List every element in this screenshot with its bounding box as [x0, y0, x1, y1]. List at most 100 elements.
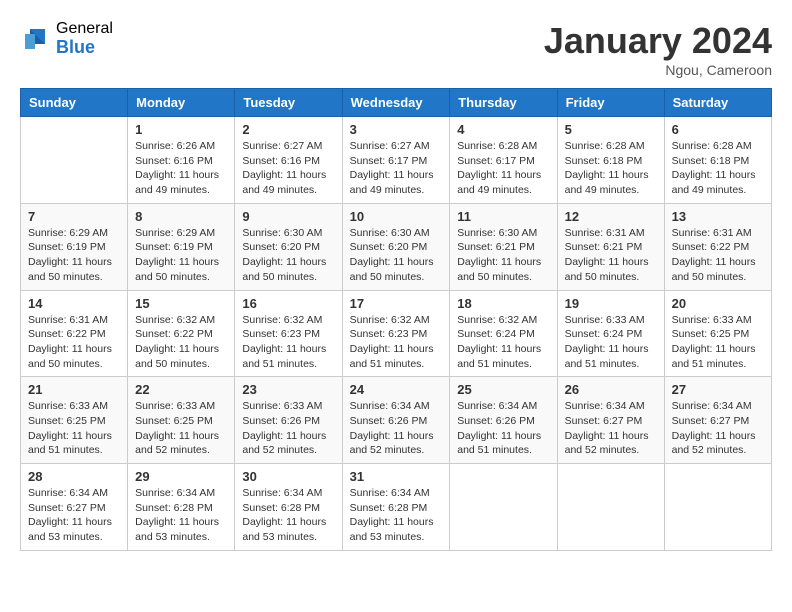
day-info: Sunrise: 6:27 AMSunset: 6:17 PMDaylight:…	[350, 139, 443, 198]
calendar-cell: 4Sunrise: 6:28 AMSunset: 6:17 PMDaylight…	[450, 117, 557, 204]
day-number: 14	[28, 296, 120, 311]
calendar-cell: 20Sunrise: 6:33 AMSunset: 6:25 PMDayligh…	[664, 290, 771, 377]
day-info: Sunrise: 6:33 AMSunset: 6:25 PMDaylight:…	[28, 399, 120, 458]
calendar-cell: 17Sunrise: 6:32 AMSunset: 6:23 PMDayligh…	[342, 290, 450, 377]
day-number: 5	[565, 122, 657, 137]
calendar-header: SundayMondayTuesdayWednesdayThursdayFrid…	[21, 89, 772, 117]
day-number: 24	[350, 382, 443, 397]
weekday-header-tuesday: Tuesday	[235, 89, 342, 117]
calendar-week-3: 14 Sunrise: 6:31 AMSunset: 6:22 PMDayligh…	[21, 290, 772, 377]
day-number: 6	[672, 122, 764, 137]
day-number: 26	[565, 382, 657, 397]
day-number: 23	[242, 382, 334, 397]
calendar-cell: 27 Sunrise: 6:34 AMSunset: 6:27 PMDayligh…	[664, 377, 771, 464]
day-info: Sunrise: 6:31 AMSunset: 6:22 PMDaylight:…	[672, 226, 764, 285]
calendar-cell: 30 Sunrise: 6:34 AMSunset: 6:28 PMDayligh…	[235, 464, 342, 551]
calendar-cell	[664, 464, 771, 551]
calendar-cell: 21 Sunrise: 6:33 AMSunset: 6:25 PMDayligh…	[21, 377, 128, 464]
calendar-cell: 9 Sunrise: 6:30 AMSunset: 6:20 PMDaylight…	[235, 203, 342, 290]
calendar-week-2: 7 Sunrise: 6:29 AMSunset: 6:19 PMDaylight…	[21, 203, 772, 290]
logo-text: General Blue	[56, 20, 113, 57]
calendar-cell: 19 Sunrise: 6:33 AMSunset: 6:24 PMDayligh…	[557, 290, 664, 377]
page-header: General Blue January 2024 Ngou, Cameroon	[20, 20, 772, 78]
calendar-cell: 3Sunrise: 6:27 AMSunset: 6:17 PMDaylight…	[342, 117, 450, 204]
day-info: Sunrise: 6:33 AMSunset: 6:25 PMDaylight:…	[135, 399, 227, 458]
calendar-cell: 1Sunrise: 6:26 AMSunset: 6:16 PMDaylight…	[128, 117, 235, 204]
day-number: 17	[350, 296, 443, 311]
day-number: 21	[28, 382, 120, 397]
day-info: Sunrise: 6:29 AMSunset: 6:19 PMDaylight:…	[28, 226, 120, 285]
calendar-cell: 23 Sunrise: 6:33 AMSunset: 6:26 PMDayligh…	[235, 377, 342, 464]
weekday-header-sunday: Sunday	[21, 89, 128, 117]
day-number: 29	[135, 469, 227, 484]
day-number: 16	[242, 296, 334, 311]
day-number: 20	[672, 296, 764, 311]
day-info: Sunrise: 6:29 AMSunset: 6:19 PMDaylight:…	[135, 226, 227, 285]
calendar-cell: 2Sunrise: 6:27 AMSunset: 6:16 PMDaylight…	[235, 117, 342, 204]
day-info: Sunrise: 6:33 AMSunset: 6:24 PMDaylight:…	[565, 313, 657, 372]
logo: General Blue	[20, 20, 113, 57]
logo-general: General	[56, 20, 113, 38]
day-number: 9	[242, 209, 334, 224]
weekday-header-saturday: Saturday	[664, 89, 771, 117]
day-info: Sunrise: 6:28 AMSunset: 6:18 PMDaylight:…	[565, 139, 657, 198]
day-number: 10	[350, 209, 443, 224]
day-info: Sunrise: 6:34 AMSunset: 6:28 PMDaylight:…	[135, 486, 227, 545]
day-info: Sunrise: 6:30 AMSunset: 6:20 PMDaylight:…	[350, 226, 443, 285]
calendar-cell: 12Sunrise: 6:31 AMSunset: 6:21 PMDayligh…	[557, 203, 664, 290]
day-info: Sunrise: 6:30 AMSunset: 6:20 PMDaylight:…	[242, 226, 334, 285]
logo-icon	[20, 24, 50, 54]
calendar-cell	[21, 117, 128, 204]
logo-blue: Blue	[56, 38, 113, 58]
day-info: Sunrise: 6:34 AMSunset: 6:27 PMDaylight:…	[672, 399, 764, 458]
weekday-header-monday: Monday	[128, 89, 235, 117]
calendar-cell: 29 Sunrise: 6:34 AMSunset: 6:28 PMDayligh…	[128, 464, 235, 551]
day-info: Sunrise: 6:32 AMSunset: 6:23 PMDaylight:…	[242, 313, 334, 372]
day-number: 15	[135, 296, 227, 311]
day-info: Sunrise: 6:31 AMSunset: 6:22 PMDaylight:…	[28, 313, 120, 372]
day-number: 18	[457, 296, 549, 311]
calendar-cell: 31Sunrise: 6:34 AMSunset: 6:28 PMDayligh…	[342, 464, 450, 551]
calendar-week-5: 28 Sunrise: 6:34 AMSunset: 6:27 PMDayligh…	[21, 464, 772, 551]
day-info: Sunrise: 6:28 AMSunset: 6:17 PMDaylight:…	[457, 139, 549, 198]
calendar-table: SundayMondayTuesdayWednesdayThursdayFrid…	[20, 88, 772, 551]
day-info: Sunrise: 6:34 AMSunset: 6:26 PMDaylight:…	[457, 399, 549, 458]
day-number: 7	[28, 209, 120, 224]
day-number: 11	[457, 209, 549, 224]
day-number: 30	[242, 469, 334, 484]
calendar-cell: 16 Sunrise: 6:32 AMSunset: 6:23 PMDayligh…	[235, 290, 342, 377]
day-number: 25	[457, 382, 549, 397]
calendar-cell: 11Sunrise: 6:30 AMSunset: 6:21 PMDayligh…	[450, 203, 557, 290]
day-info: Sunrise: 6:33 AMSunset: 6:26 PMDaylight:…	[242, 399, 334, 458]
location: Ngou, Cameroon	[544, 62, 772, 78]
calendar-cell: 28 Sunrise: 6:34 AMSunset: 6:27 PMDayligh…	[21, 464, 128, 551]
day-number: 19	[565, 296, 657, 311]
day-info: Sunrise: 6:34 AMSunset: 6:27 PMDaylight:…	[565, 399, 657, 458]
calendar-body: 1Sunrise: 6:26 AMSunset: 6:16 PMDaylight…	[21, 117, 772, 551]
calendar-cell: 26 Sunrise: 6:34 AMSunset: 6:27 PMDayligh…	[557, 377, 664, 464]
day-info: Sunrise: 6:32 AMSunset: 6:22 PMDaylight:…	[135, 313, 227, 372]
day-number: 13	[672, 209, 764, 224]
calendar-cell: 25 Sunrise: 6:34 AMSunset: 6:26 PMDayligh…	[450, 377, 557, 464]
day-info: Sunrise: 6:34 AMSunset: 6:27 PMDaylight:…	[28, 486, 120, 545]
day-number: 28	[28, 469, 120, 484]
calendar-cell: 5 Sunrise: 6:28 AMSunset: 6:18 PMDaylight…	[557, 117, 664, 204]
day-info: Sunrise: 6:32 AMSunset: 6:24 PMDaylight:…	[457, 313, 549, 372]
title-area: January 2024 Ngou, Cameroon	[544, 20, 772, 78]
day-info: Sunrise: 6:26 AMSunset: 6:16 PMDaylight:…	[135, 139, 227, 198]
calendar-cell: 18 Sunrise: 6:32 AMSunset: 6:24 PMDayligh…	[450, 290, 557, 377]
calendar-cell: 24 Sunrise: 6:34 AMSunset: 6:26 PMDayligh…	[342, 377, 450, 464]
calendar-week-4: 21 Sunrise: 6:33 AMSunset: 6:25 PMDayligh…	[21, 377, 772, 464]
day-number: 27	[672, 382, 764, 397]
day-info: Sunrise: 6:34 AMSunset: 6:26 PMDaylight:…	[350, 399, 443, 458]
weekday-header-thursday: Thursday	[450, 89, 557, 117]
calendar-week-1: 1Sunrise: 6:26 AMSunset: 6:16 PMDaylight…	[21, 117, 772, 204]
day-info: Sunrise: 6:28 AMSunset: 6:18 PMDaylight:…	[672, 139, 764, 198]
weekday-row: SundayMondayTuesdayWednesdayThursdayFrid…	[21, 89, 772, 117]
calendar-cell: 13 Sunrise: 6:31 AMSunset: 6:22 PMDayligh…	[664, 203, 771, 290]
calendar-cell: 10 Sunrise: 6:30 AMSunset: 6:20 PMDayligh…	[342, 203, 450, 290]
month-title: January 2024	[544, 20, 772, 62]
day-info: Sunrise: 6:34 AMSunset: 6:28 PMDaylight:…	[242, 486, 334, 545]
weekday-header-wednesday: Wednesday	[342, 89, 450, 117]
weekday-header-friday: Friday	[557, 89, 664, 117]
